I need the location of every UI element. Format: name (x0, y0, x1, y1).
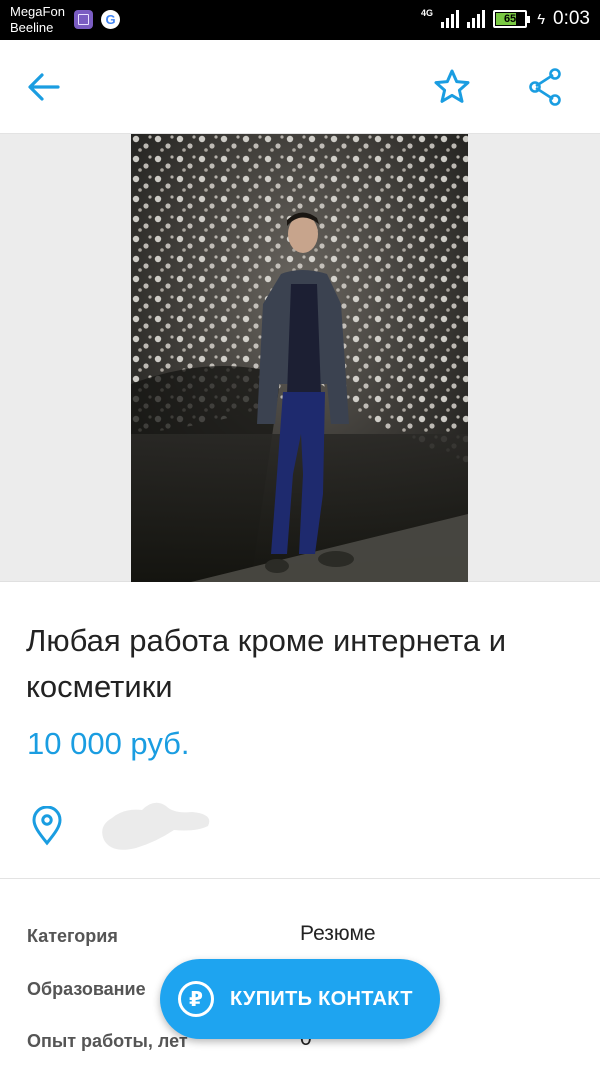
listing-price: 10 000 руб. (27, 726, 190, 761)
share-icon (529, 68, 561, 106)
map-pin-icon (32, 805, 62, 846)
buy-contact-label: КУПИТЬ КОНТАКТ (230, 987, 413, 1010)
photo-gallery[interactable] (0, 134, 600, 582)
param-label-experience: Опыт работы, лет (27, 1031, 188, 1051)
gallery-notification-icon (74, 10, 93, 29)
listing-photo[interactable] (131, 134, 468, 582)
app-toolbar (0, 40, 600, 134)
carrier-2: Beeline (10, 20, 54, 35)
param-label-category: Категория (27, 926, 118, 946)
param-label-education: Образование (27, 979, 146, 999)
status-indicators: 4G 65 ϟ 0:03 (421, 8, 590, 30)
google-notification-icon: G (101, 10, 120, 29)
listing-photo-image (131, 134, 468, 582)
section-divider (0, 878, 600, 879)
listing-title: Любая работа кроме интернета и косметики (26, 623, 507, 704)
star-outline-icon (434, 69, 470, 103)
signal-2-icon (467, 10, 486, 28)
location-button[interactable] (30, 805, 64, 846)
share-button[interactable] (526, 67, 566, 107)
charging-icon: ϟ (537, 10, 546, 28)
network-type: 4G (421, 8, 434, 18)
buy-contact-button[interactable]: ₽ КУПИТЬ КОНТАКТ (160, 959, 440, 1039)
battery-icon: 65 (493, 10, 531, 28)
back-button[interactable] (24, 67, 64, 107)
arrow-left-icon (28, 73, 60, 101)
ruble-icon: ₽ (178, 981, 214, 1017)
notification-icons: G (74, 10, 120, 29)
location-text-redacted (96, 796, 216, 856)
favorite-button[interactable] (432, 67, 472, 107)
signal-1-icon (441, 10, 460, 28)
carrier-1: MegaFon (10, 4, 65, 19)
status-bar: MegaFon Beeline G 4G 65 ϟ 0:03 (0, 0, 600, 40)
carrier-names: MegaFon Beeline (10, 4, 65, 36)
clock: 0:03 (553, 8, 590, 29)
param-value-category: Резюме (300, 922, 376, 945)
battery-level: 65 (503, 13, 517, 25)
